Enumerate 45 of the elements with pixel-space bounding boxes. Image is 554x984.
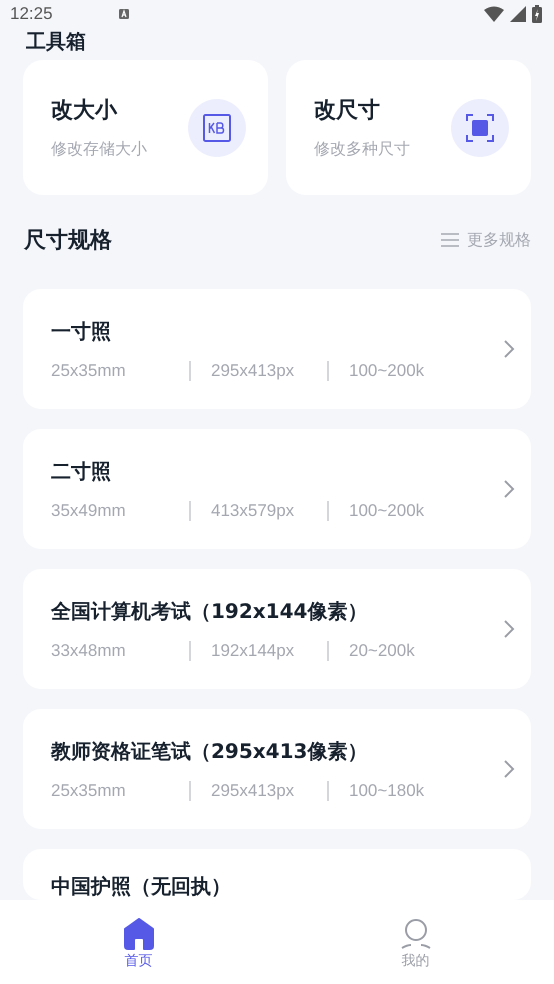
spec-pixels: 295x413px <box>189 780 327 800</box>
spec-name: 二寸照 <box>51 458 112 484</box>
tool-card[interactable]: 改大小 修改存储大小 <box>23 60 268 195</box>
chevron-right-icon <box>503 339 515 359</box>
tool-card[interactable]: 改尺寸 修改多种尺寸 <box>286 60 531 195</box>
tool-subtitle: 修改多种尺寸 <box>314 139 411 160</box>
spec-pixels: 413x579px <box>189 500 327 520</box>
battery-icon <box>532 5 542 23</box>
tool-subtitle: 修改存储大小 <box>51 139 148 160</box>
tool-title: 改大小 <box>51 97 118 125</box>
list-icon <box>441 233 459 247</box>
notification-icon <box>118 9 129 19</box>
spec-pixels: 192x144px <box>189 640 327 660</box>
tool-title: 改尺寸 <box>314 97 381 125</box>
spec-card[interactable]: 二寸照 35x49mm 413x579px 100~200k <box>23 429 531 549</box>
spec-filesize: 100~200k <box>327 360 465 380</box>
status-time: 12:25 <box>10 4 53 24</box>
spec-name: 教师资格证笔试（295x413像素） <box>51 738 368 764</box>
home-icon <box>122 918 156 950</box>
section-title: 尺寸规格 <box>24 227 112 255</box>
chevron-right-icon <box>503 479 515 499</box>
page-title: 工具箱 <box>26 28 86 54</box>
wifi-icon <box>484 6 504 22</box>
spec-name: 一寸照 <box>51 318 112 344</box>
scan-frame-icon <box>451 98 509 156</box>
spec-size: 25x35mm <box>51 360 127 380</box>
spec-card[interactable]: 中国护照（无回执） <box>23 849 531 900</box>
nav-tab[interactable]: 首页 <box>0 900 277 984</box>
chevron-right-icon <box>503 619 515 639</box>
spec-filesize: 100~180k <box>327 780 465 800</box>
spec-pixels: 295x413px <box>189 360 327 380</box>
user-icon <box>398 918 432 950</box>
spec-size: 25x35mm <box>51 780 127 800</box>
spec-filesize: 100~200k <box>327 500 465 520</box>
spec-name: 全国计算机考试（192x144像素） <box>51 598 368 624</box>
chevron-right-icon <box>503 759 515 779</box>
spec-filesize: 20~200k <box>327 640 465 660</box>
spec-card[interactable]: 全国计算机考试（192x144像素） 33x48mm 192x144px 20~200k <box>23 569 531 689</box>
signal-icon <box>510 6 526 22</box>
kb-file-icon <box>188 98 246 156</box>
spec-card[interactable]: 教师资格证笔试（295x413像素） 25x35mm 295x413px 100~180k <box>23 709 531 829</box>
spec-size: 33x48mm <box>51 640 127 660</box>
spec-size: 35x49mm <box>51 500 127 520</box>
spec-name: 中国护照（无回执） <box>51 873 232 900</box>
spec-card[interactable]: 一寸照 25x35mm 295x413px 100~200k <box>23 289 531 409</box>
